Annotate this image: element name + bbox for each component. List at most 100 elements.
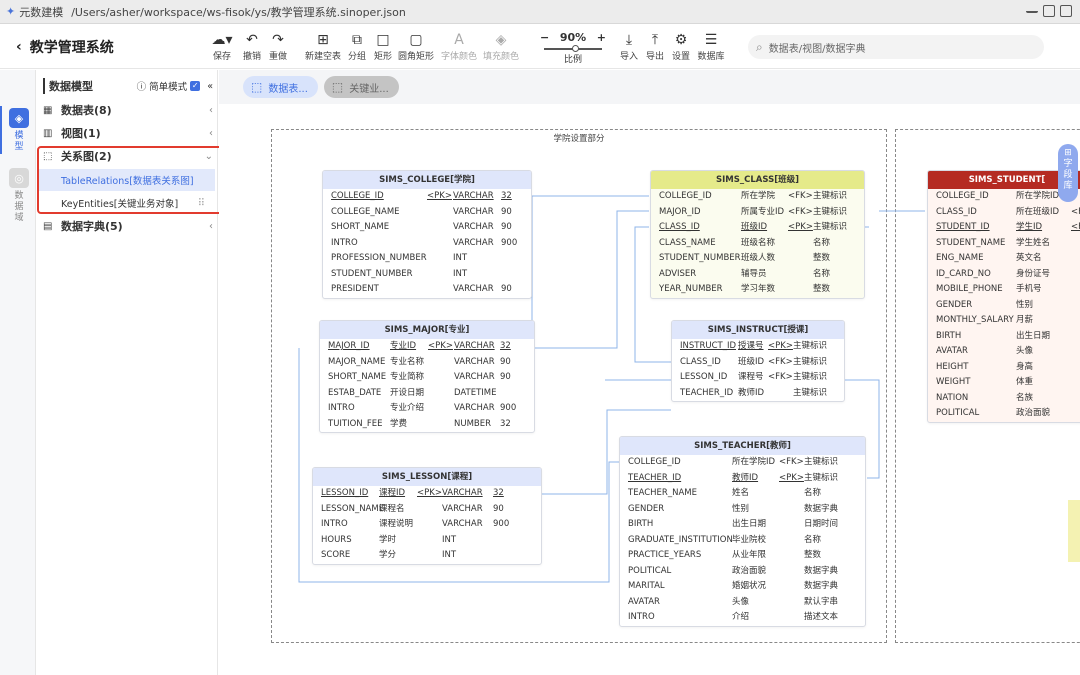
tab-table-relations[interactable]: ⬚ 数据表... <box>243 76 318 98</box>
entity-teacher[interactable]: SIMS_TEACHER[教师] COLLEGE_ID 所在学院ID <FK> 主键标识… <box>619 436 866 627</box>
entity-field-row[interactable]: HEIGHT 身高 <box>928 360 1080 376</box>
entity-field-row[interactable]: LESSON_ID 课程号 <FK> 主键标识 <box>672 370 844 386</box>
back-button[interactable]: ‹ 教学管理系统 <box>16 37 114 57</box>
entity-student[interactable]: SIMS_STUDENT[COLLEGE_ID 所在学院ID CLASS_ID 所在班… <box>927 170 1080 423</box>
entity-field-row[interactable]: TUITION_FEE 学费 NUMBER 32 <box>320 417 534 433</box>
entity-field-row[interactable]: MAJOR_NAME 专业名称 VARCHAR 90 <box>320 355 534 371</box>
entity-field-row[interactable]: GENDER 性别 数据字典 <box>620 502 865 518</box>
entity-college[interactable]: SIMS_COLLEGE[学院] COLLEGE_ID <PK> VARCHAR 32 C… <box>322 170 532 299</box>
entity-field-row[interactable]: COLLEGE_ID 所在学院 <FK> 主键标识 <box>651 189 864 205</box>
entity-field-row[interactable]: STUDENT_ID 学生ID <F <box>928 220 1080 236</box>
tree-node-dict[interactable]: ▤ 数据字典(5) ‹ <box>43 215 213 237</box>
entity-field-row[interactable]: INTRO VARCHAR 900 <box>323 236 531 252</box>
entity-field-row[interactable]: STUDENT_NUMBER INT <box>323 267 531 283</box>
entity-field-row[interactable]: ADVISER 辅导员 名称 <box>651 267 864 283</box>
field-name: 名族 <box>1016 392 1034 403</box>
entity-field-row[interactable]: CLASS_ID 所在班级ID <F <box>928 205 1080 221</box>
field-code: BIRTH <box>628 519 654 529</box>
entity-field-row[interactable]: TEACHER_NAME 姓名 名称 <box>620 486 865 502</box>
simple-mode-checkbox[interactable]: ✓ <box>190 81 201 91</box>
zoom-in-button[interactable]: + <box>597 31 606 44</box>
maximize-button[interactable] <box>1043 5 1055 17</box>
entity-field-row[interactable]: MARITAL 婚姻状况 数据字典 <box>620 579 865 595</box>
entity-field-row[interactable]: INSTRUCT_ID 授课号 <PK> 主键标识 <box>672 339 844 355</box>
search-input[interactable]: ⌕ 数据表/视图/数据字典 <box>748 35 1044 59</box>
rect-button[interactable]: □ 矩形 <box>366 31 400 62</box>
minimize-button[interactable] <box>1026 5 1038 13</box>
entity-field-row[interactable]: AVATAR 头像 <box>928 344 1080 360</box>
entity-field-row[interactable]: SHORT_NAME 专业简称 VARCHAR 90 <box>320 370 534 386</box>
field-code: MAJOR_NAME <box>328 356 386 367</box>
entity-field-row[interactable]: POLITICAL 政治面貌 数据字典 <box>620 564 865 580</box>
entity-field-row[interactable]: STUDENT_NUMBER 班级人数 整数 <box>651 251 864 267</box>
entity-field-row[interactable]: COLLEGE_ID <PK> VARCHAR 32 <box>323 189 531 205</box>
entity-field-row[interactable]: YEAR_NUMBER 学习年数 整数 <box>651 282 864 298</box>
entity-field-row[interactable]: INTRO 介绍 描述文本 <box>620 610 865 626</box>
field-name: 从业年限 <box>732 550 767 560</box>
font-color-button[interactable]: A 字体颜色 <box>440 31 478 62</box>
database-button[interactable]: ☰ 数据库 <box>694 31 728 62</box>
rail-model[interactable]: ◈ 模型 <box>6 108 32 153</box>
tree-node-tables[interactable]: ▦ 数据表(8) ‹ <box>43 99 213 121</box>
diagram-canvas[interactable]: ⬚ 数据表... ⬚ 关键业... 学院设置部分 SIMS_COLLEGE[学院… <box>219 70 1080 675</box>
entity-field-row[interactable]: MAJOR_ID 所属专业ID <FK> 主键标识 <box>651 205 864 221</box>
entity-field-row[interactable]: LESSON_ID 课程ID <PK> VARCHAR 32 <box>313 486 541 502</box>
redo-button[interactable]: ↷ 重做 <box>261 31 295 62</box>
entity-field-row[interactable]: ESTAB_DATE 开设日期 DATETIME <box>320 386 534 402</box>
save-button[interactable]: ☁▾ 保存 <box>205 31 239 62</box>
tree-node-views[interactable]: ▥ 视图(1) ‹ <box>43 122 213 144</box>
entity-field-row[interactable]: PRACTICE_YEARS 从业年限 整数 <box>620 548 865 564</box>
new-table-button[interactable]: ⊞ 新建空表 <box>303 31 343 62</box>
entity-field-row[interactable]: STUDENT_NAME 学生姓名 <box>928 236 1080 252</box>
entity-field-row[interactable]: BIRTH 出生日期 <box>928 329 1080 345</box>
entity-field-row[interactable]: CLASS_ID 班级ID <PK> 主键标识 <box>651 220 864 236</box>
rail-domain[interactable]: ◎ 数据域 <box>6 168 32 224</box>
entity-field-row[interactable]: AVATAR 头像 默认字串 <box>620 595 865 611</box>
entity-field-row[interactable]: MOBILE_PHONE 手机号 <box>928 282 1080 298</box>
entity-field-row[interactable]: ID_CARD_NO 身份证号 <box>928 267 1080 283</box>
field-code: SCORE <box>321 550 351 560</box>
entity-field-row[interactable]: POLITICAL 政治面貌 <box>928 406 1080 422</box>
entity-field-row[interactable]: MAJOR_ID 专业ID <PK> VARCHAR 32 <box>320 339 534 355</box>
entity-field-row[interactable]: WEIGHT 体重 <box>928 375 1080 391</box>
diagram-area[interactable]: 学院设置部分 SIMS_COLLEGE[学院] COLLEGE_ID <PK> VAR… <box>219 104 1080 675</box>
entity-instruct[interactable]: SIMS_INSTRUCT[授课] INSTRUCT_ID 授课号 <PK> 主键标识 C… <box>671 320 845 402</box>
entity-field-row[interactable]: NATION 名族 <box>928 391 1080 407</box>
entity-major[interactable]: SIMS_MAJOR[专业] MAJOR_ID 专业ID <PK> VARCHAR 32 M… <box>319 320 535 433</box>
close-button[interactable] <box>1060 5 1072 17</box>
entity-field-row[interactable]: INTRO 专业介绍 VARCHAR 900 <box>320 401 534 417</box>
entity-field-row[interactable]: INTRO 课程说明 VARCHAR 900 <box>313 517 541 533</box>
entity-field-row[interactable]: CLASS_ID 班级ID <FK> 主键标识 <box>672 355 844 371</box>
entity-field-row[interactable]: COLLEGE_ID 所在学院ID <FK> 主键标识 <box>620 455 865 471</box>
entity-field-row[interactable]: BIRTH 出生日期 日期时间 <box>620 517 865 533</box>
entity-field-row[interactable]: LESSON_NAME 课程名 VARCHAR 90 <box>313 502 541 518</box>
collapse-panel-icon[interactable]: « <box>207 81 213 92</box>
settings-button[interactable]: ⚙ 设置 <box>664 31 698 62</box>
entity-lesson[interactable]: SIMS_LESSON[课程] LESSON_ID 课程ID <PK> VARCHAR 3… <box>312 467 542 565</box>
entity-field-row[interactable]: GRADUATE_INSTITUTION 毕业院校 名称 <box>620 533 865 549</box>
entity-field-row[interactable]: SCORE 学分 INT <box>313 548 541 564</box>
zoom-out-button[interactable]: − <box>540 31 549 44</box>
tab-key-entities[interactable]: ⬚ 关键业... <box>323 76 399 98</box>
zoom-slider[interactable] <box>544 45 602 52</box>
simple-mode-toggle[interactable]: ⓘ 简单模式 ✓ « <box>137 79 213 94</box>
entity-field-row[interactable]: MONTHLY_SALARY 月薪 <box>928 313 1080 329</box>
entity-field-row[interactable]: SHORT_NAME VARCHAR 90 <box>323 220 531 236</box>
entity-class[interactable]: SIMS_CLASS[班级] COLLEGE_ID 所在学院 <FK> 主键标识 MAJO… <box>650 170 865 299</box>
entity-field-row[interactable]: HOURS 学时 INT <box>313 533 541 549</box>
entity-field-row[interactable]: ENG_NAME 英文名 <box>928 251 1080 267</box>
field-type: 名称 <box>813 237 831 248</box>
field-library-tab[interactable]: ⊞ 字段库 <box>1058 144 1078 202</box>
entity-field-row[interactable]: TEACHER_ID 教师ID 主键标识 <box>672 386 844 402</box>
entity-field-row[interactable]: PROFESSION_NUMBER INT <box>323 251 531 267</box>
zoom-control[interactable]: − 90% + 比例 <box>540 31 606 65</box>
field-type: INT <box>453 253 468 263</box>
entity-field-row[interactable]: GENDER 性别 <box>928 298 1080 314</box>
entity-field-row[interactable]: PRESIDENT VARCHAR 90 <box>323 282 531 298</box>
field-name: 所在学院ID <box>1016 191 1060 201</box>
entity-field-row[interactable]: COLLEGE_NAME VARCHAR 90 <box>323 205 531 221</box>
entity-field-row[interactable]: TEACHER_ID 教师ID <PK> 主键标识 <box>620 471 865 487</box>
round-rect-button[interactable]: ▢ 圆角矩形 <box>396 31 436 62</box>
entity-field-row[interactable]: CLASS_NAME 班级名称 名称 <box>651 236 864 252</box>
fill-color-button[interactable]: ◈ 填充颜色 <box>482 31 520 62</box>
